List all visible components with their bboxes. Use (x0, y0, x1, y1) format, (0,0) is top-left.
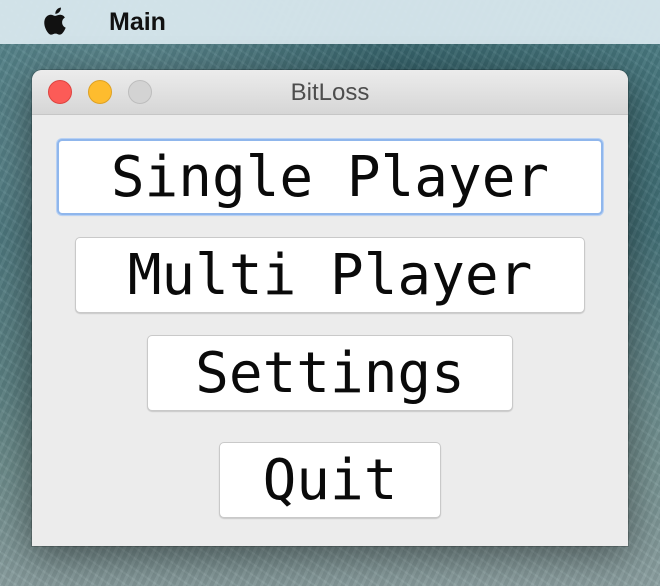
quit-button[interactable]: Quit (219, 442, 441, 518)
app-window: BitLoss Single Player Multi Player Setti… (32, 70, 628, 546)
menu-bar: Main (0, 0, 660, 44)
single-player-button[interactable]: Single Player (57, 139, 603, 215)
multi-player-button[interactable]: Multi Player (75, 237, 585, 313)
apple-logo-icon[interactable] (42, 7, 70, 37)
main-menu: Single Player Multi Player Settings Quit (32, 115, 628, 546)
settings-button[interactable]: Settings (147, 335, 513, 411)
window-titlebar[interactable]: BitLoss (32, 70, 628, 115)
window-title: BitLoss (290, 79, 370, 106)
menu-app-name[interactable]: Main (109, 6, 166, 38)
